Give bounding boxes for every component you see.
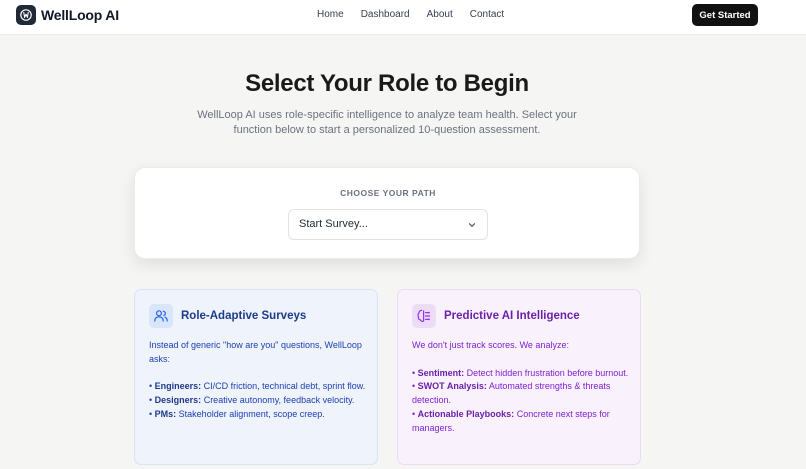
feature-title: Role-Adaptive Surveys: [181, 310, 307, 322]
list-item: • Actionable Playbooks: Concrete next st…: [412, 408, 610, 433]
page-subtitle: WellLoop AI uses role-specific intellige…: [197, 109, 577, 136]
feature-intro: Instead of generic "how are you" questio…: [149, 340, 362, 364]
feature-list: • Engineers: CI/CD friction, technical d…: [149, 380, 369, 421]
role-select-card: CHOOSE YOUR PATH Start Survey...: [134, 167, 640, 259]
get-started-button[interactable]: Get Started: [692, 4, 758, 26]
feature-card-predictive-ai: Predictive AI Intelligence We don't just…: [397, 289, 641, 465]
list-item-text: Stakeholder alignment, scope creep.: [176, 408, 325, 419]
list-item: • Designers: Creative autonomy, feedback…: [149, 395, 355, 406]
list-item-term: Engineers:: [154, 381, 202, 392]
list-item-text: CI/CD friction, technical debt, sprint f…: [201, 381, 366, 392]
list-item-text: Detect hidden frustration before burnout…: [464, 367, 629, 378]
users-icon: [149, 304, 173, 328]
list-item: • Engineers: CI/CD friction, technical d…: [149, 381, 366, 392]
feature-title: Predictive AI Intelligence: [444, 310, 580, 322]
brand[interactable]: WellLoop AI: [16, 5, 119, 25]
feature-card-role-adaptive: Role-Adaptive Surveys Instead of generic…: [134, 289, 378, 465]
feature-body: Instead of generic "how are you" questio…: [149, 339, 369, 422]
brand-logo-icon: [16, 5, 36, 25]
feature-body: We don't just track scores. We analyze: …: [412, 339, 632, 436]
role-select-dropdown[interactable]: Start Survey...: [288, 209, 488, 240]
brain-icon: [412, 304, 436, 328]
list-item-term: Actionable Playbooks:: [417, 408, 515, 419]
main-nav: Home Dashboard About Contact: [317, 9, 521, 20]
list-item: • PMs: Stakeholder alignment, scope cree…: [149, 408, 325, 419]
brand-name: WellLoop AI: [41, 7, 119, 23]
nav-link-about[interactable]: About: [427, 9, 453, 20]
chevron-down-icon: [468, 223, 476, 227]
list-item: • SWOT Analysis: Automated strengths & t…: [412, 381, 611, 406]
list-item-term: Sentiment:: [417, 367, 465, 378]
feature-list: • Sentiment: Detect hidden frustration b…: [412, 367, 632, 436]
list-item-term: PMs:: [154, 408, 177, 419]
nav-link-dashboard[interactable]: Dashboard: [361, 9, 410, 20]
list-item-term: SWOT Analysis:: [417, 381, 487, 392]
list-item-term: Designers:: [154, 395, 202, 406]
feature-intro: We don't just track scores. We analyze:: [412, 340, 569, 350]
choose-path-label: CHOOSE YOUR PATH: [340, 188, 436, 198]
navbar: WellLoop AI Home Dashboard About Contact…: [0, 0, 806, 35]
nav-link-home[interactable]: Home: [317, 9, 344, 20]
page-title: Select Your Role to Begin: [245, 70, 529, 97]
list-item-text: Creative autonomy, feedback velocity.: [201, 395, 355, 406]
nav-link-contact[interactable]: Contact: [470, 9, 504, 20]
list-item: • Sentiment: Detect hidden frustration b…: [412, 367, 629, 378]
role-select-value: Start Survey...: [299, 218, 368, 230]
